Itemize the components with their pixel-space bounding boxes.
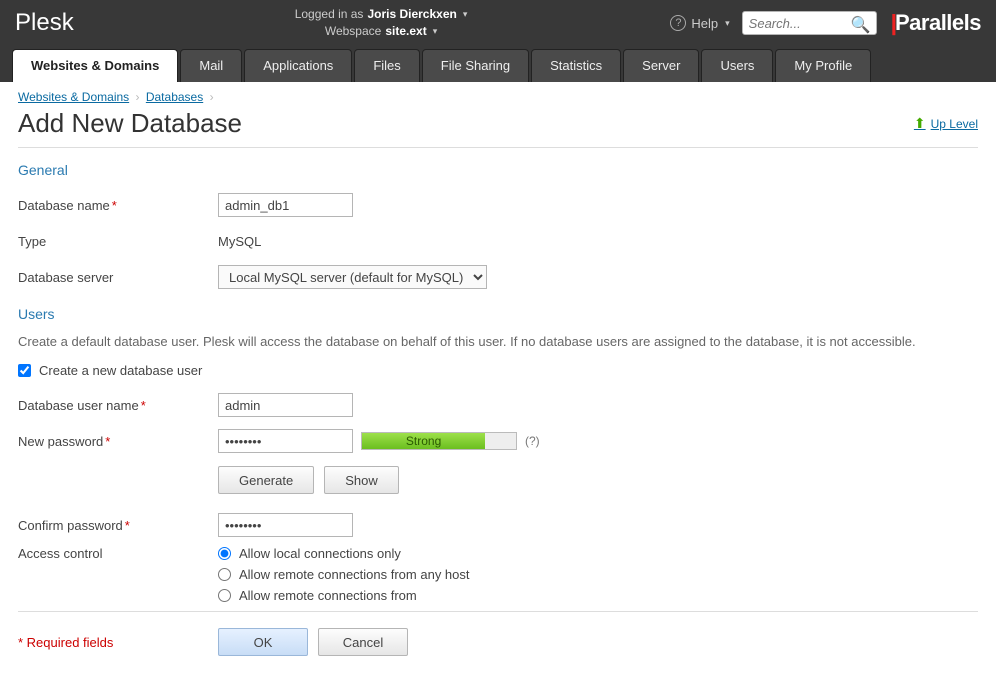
breadcrumb-link-websites[interactable]: Websites & Domains (18, 90, 129, 104)
help-label: Help (691, 16, 718, 31)
row-db-user-name: Database user name* (18, 390, 978, 420)
label-type: Type (18, 234, 218, 249)
webspace-row[interactable]: Webspace site.ext ▾ (325, 23, 437, 40)
access-option-2[interactable]: Allow remote connections from (218, 588, 470, 603)
tab-statistics[interactable]: Statistics (531, 49, 621, 82)
input-db-name[interactable] (218, 193, 353, 217)
breadcrumb-link-databases[interactable]: Databases (146, 90, 203, 104)
select-db-server[interactable]: Local MySQL server (default for MySQL) (218, 265, 487, 289)
input-new-password[interactable] (218, 429, 353, 453)
row-access-control: Access control Allow local connections o… (18, 546, 978, 603)
password-hint-icon[interactable]: (?) (525, 434, 540, 448)
password-strength-label: Strong (362, 433, 485, 449)
ok-button[interactable]: OK (218, 628, 308, 656)
help-icon: ? (670, 15, 686, 31)
tab-server[interactable]: Server (623, 49, 699, 82)
input-confirm-password[interactable] (218, 513, 353, 537)
label-create-user: Create a new database user (39, 363, 202, 378)
access-radio-1[interactable] (218, 568, 231, 581)
row-create-user: Create a new database user (18, 363, 978, 378)
chevron-down-icon: ▾ (463, 8, 468, 21)
search-wrap: 🔍 (742, 11, 877, 35)
brand-logo: Plesk (15, 9, 104, 37)
label-db-user-name: Database user name* (18, 398, 218, 413)
tab-mail[interactable]: Mail (180, 49, 242, 82)
search-icon[interactable]: 🔍 (851, 15, 871, 35)
access-option-label: Allow remote connections from (239, 588, 417, 603)
main-tabs: Websites & DomainsMailApplicationsFilesF… (0, 46, 996, 82)
label-db-name: Database name* (18, 198, 218, 213)
label-new-password: New password* (18, 434, 218, 449)
row-db-server: Database server Local MySQL server (defa… (18, 262, 978, 292)
access-option-0[interactable]: Allow local connections only (218, 546, 470, 561)
tab-applications[interactable]: Applications (244, 49, 352, 82)
access-option-label: Allow local connections only (239, 546, 401, 561)
row-generate-show: Generate Show (18, 462, 978, 504)
checkbox-create-user[interactable] (18, 364, 31, 377)
input-db-user-name[interactable] (218, 393, 353, 417)
chevron-down-icon: ▾ (433, 25, 438, 38)
up-level-link[interactable]: ⬆ Up Level (914, 115, 978, 132)
cancel-button[interactable]: Cancel (318, 628, 408, 656)
partner-logo: ||Parallels (891, 10, 981, 36)
up-arrow-icon: ⬆ (914, 115, 926, 132)
row-db-name: Database name* (18, 190, 978, 220)
breadcrumb-sep: › (210, 90, 214, 104)
tab-users[interactable]: Users (701, 49, 773, 82)
tab-websites-domains[interactable]: Websites & Domains (12, 49, 178, 82)
divider (18, 611, 978, 612)
top-bar: Plesk Logged in as Joris Dierckxen ▾ Web… (0, 0, 996, 46)
page-body: Websites & Domains › Databases › Add New… (0, 82, 996, 686)
logged-in-user: Joris Dierckxen (367, 6, 456, 23)
row-confirm-password: Confirm password* (18, 510, 978, 540)
help-menu[interactable]: ? Help ▾ (670, 15, 729, 31)
webspace-value: site.ext (385, 23, 426, 40)
logged-in-label: Logged in as (295, 6, 364, 23)
logged-in-row[interactable]: Logged in as Joris Dierckxen ▾ (295, 6, 468, 23)
label-access-control: Access control (18, 546, 218, 561)
value-type: MySQL (218, 234, 261, 249)
row-new-password: New password* Strong (?) (18, 426, 978, 456)
tab-files[interactable]: Files (354, 49, 419, 82)
section-desc-users: Create a default database user. Plesk wi… (18, 334, 978, 349)
show-button[interactable]: Show (324, 466, 399, 494)
breadcrumb: Websites & Domains › Databases › (18, 90, 978, 104)
session-info: Logged in as Joris Dierckxen ▾ Webspace … (104, 6, 659, 40)
generate-button[interactable]: Generate (218, 466, 314, 494)
page-header: Add New Database ⬆ Up Level (18, 108, 978, 139)
chevron-down-icon: ▾ (725, 18, 730, 29)
tab-my-profile[interactable]: My Profile (775, 49, 871, 82)
required-note: * Required fields (18, 635, 218, 650)
tab-file-sharing[interactable]: File Sharing (422, 49, 529, 82)
section-title-general: General (18, 162, 978, 180)
access-option-label: Allow remote connections from any host (239, 567, 470, 582)
access-radio-group: Allow local connections only Allow remote… (218, 546, 470, 603)
up-level-label: Up Level (931, 117, 978, 131)
divider (18, 147, 978, 148)
password-strength-meter: Strong (361, 432, 517, 450)
label-confirm-password: Confirm password* (18, 518, 218, 533)
webspace-label: Webspace (325, 23, 381, 40)
access-radio-0[interactable] (218, 547, 231, 560)
label-db-server: Database server (18, 270, 218, 285)
row-type: Type MySQL (18, 226, 978, 256)
page-title: Add New Database (18, 108, 914, 139)
footer-row: * Required fields OK Cancel (18, 628, 978, 656)
access-option-1[interactable]: Allow remote connections from any host (218, 567, 470, 582)
section-title-users: Users (18, 306, 978, 324)
breadcrumb-sep: › (136, 90, 140, 104)
access-radio-2[interactable] (218, 589, 231, 602)
